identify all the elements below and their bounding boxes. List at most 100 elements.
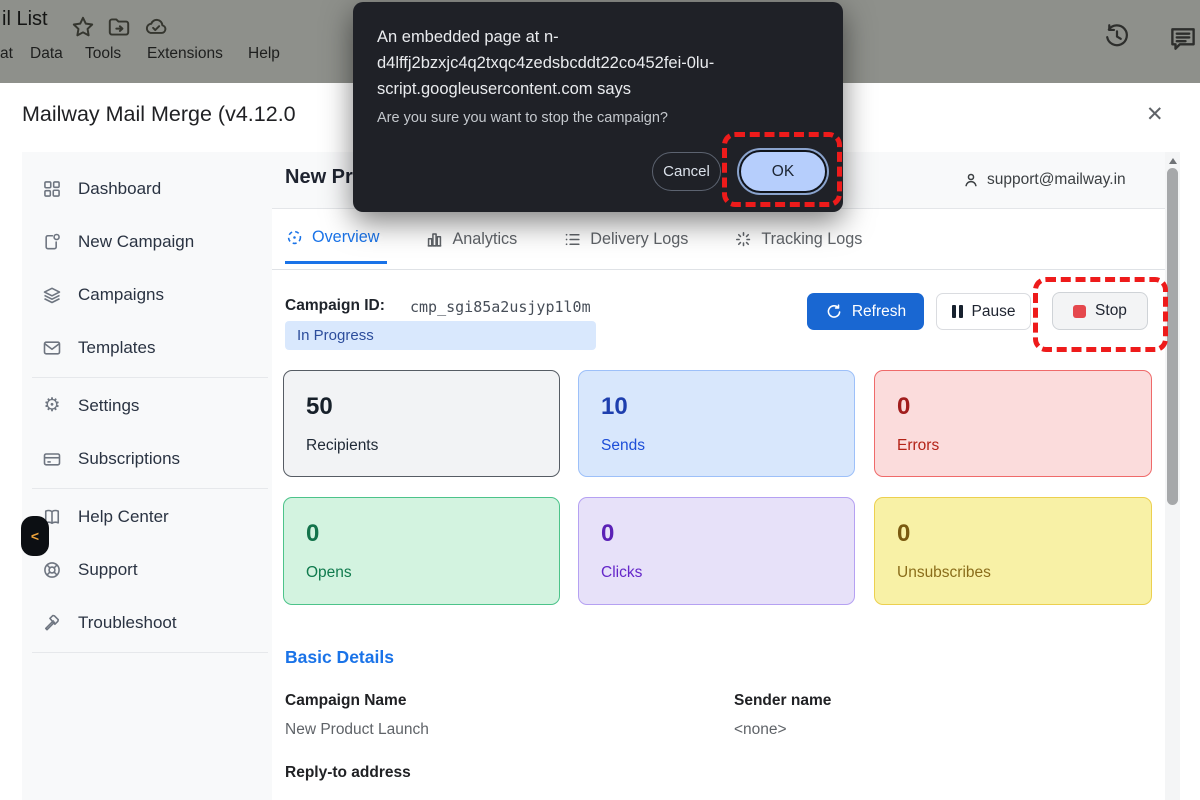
sidebar-item-label: Troubleshoot [78, 613, 177, 633]
move-folder-icon[interactable] [106, 14, 132, 40]
sidebar-item-label: Help Center [78, 507, 169, 527]
stat-label: Clicks [601, 564, 832, 582]
sidebar-divider [32, 377, 268, 378]
stat-label: Sends [601, 437, 832, 455]
dashboard-icon [42, 179, 62, 199]
campaign-id-value: cmp_sgi85a2usjyp1l0m [410, 298, 591, 316]
sidebar-item-label: Templates [78, 338, 155, 358]
stat-value: 0 [306, 518, 537, 550]
menu-help[interactable]: Help [248, 45, 280, 63]
pause-icon [952, 305, 963, 318]
sender-name-label: Sender name [734, 692, 831, 710]
sidebar-item-troubleshoot[interactable]: Troubleshoot [22, 596, 272, 649]
sidebar-item-label: Support [78, 560, 138, 580]
menu-tools[interactable]: Tools [85, 45, 121, 63]
tab-overview[interactable]: Overview [285, 228, 387, 264]
stat-card-opens: 0 Opens [283, 497, 560, 605]
stat-card-errors: 0 Errors [874, 370, 1152, 477]
cancel-button[interactable]: Cancel [652, 152, 721, 191]
stat-value: 0 [897, 518, 1129, 550]
tab-label: Delivery Logs [590, 230, 688, 249]
history-icon[interactable] [1103, 22, 1129, 48]
stat-label: Errors [897, 437, 1129, 455]
campaign-id-label: Campaign ID: [285, 297, 385, 315]
scan-circle-icon [285, 228, 304, 247]
menu-extensions[interactable]: Extensions [147, 45, 223, 63]
tab-bar: Overview Analytics Delivery Logs Trackin… [285, 228, 870, 264]
sidebar-item-label: Subscriptions [78, 449, 180, 469]
sidebar-item-label: Campaigns [78, 285, 164, 305]
scrollbar-up-arrow[interactable] [1169, 158, 1177, 164]
pause-button[interactable]: Pause [936, 293, 1031, 330]
person-icon [962, 171, 980, 189]
tab-tracking-logs[interactable]: Tracking Logs [734, 228, 870, 264]
account-email-text: support@mailway.in [987, 171, 1126, 189]
scrollbar-thumb[interactable] [1167, 168, 1178, 505]
tab-label: Analytics [452, 230, 517, 249]
stat-card-clicks: 0 Clicks [578, 497, 855, 605]
campaign-name-value: New Product Launch [285, 721, 429, 739]
sidebar-item-templates[interactable]: Templates [22, 321, 272, 374]
star-icon[interactable] [70, 14, 96, 40]
stop-button[interactable]: Stop [1052, 292, 1148, 330]
spreadsheet-title: il List [2, 8, 48, 31]
new-campaign-icon [42, 232, 62, 252]
basic-details-heading: Basic Details [285, 647, 394, 668]
sidebar-item-label: Dashboard [78, 179, 161, 199]
refresh-label: Refresh [852, 303, 906, 321]
stop-square-icon [1073, 305, 1086, 318]
cloud-check-icon [143, 14, 169, 40]
tab-label: Tracking Logs [761, 230, 862, 249]
dialog-message: Are you sure you want to stop the campai… [377, 110, 668, 126]
list-icon [563, 230, 582, 249]
sidebar-item-label: New Campaign [78, 232, 194, 252]
stat-value: 10 [601, 391, 832, 423]
stat-value: 50 [306, 391, 537, 423]
layers-icon [42, 285, 62, 305]
credit-card-icon [42, 449, 62, 469]
pause-label: Pause [972, 303, 1016, 321]
sidebar-item-new-campaign[interactable]: New Campaign [22, 215, 272, 268]
sidebar-item-campaigns[interactable]: Campaigns [22, 268, 272, 321]
stat-label: Opens [306, 564, 537, 582]
refresh-icon [825, 303, 843, 321]
menu-data[interactable]: Data [30, 45, 63, 63]
sidebar-item-dashboard[interactable]: Dashboard [22, 162, 272, 215]
sidebar-collapse-button[interactable]: < [21, 516, 49, 556]
hammer-icon [42, 613, 62, 633]
campaign-name-label: Campaign Name [285, 692, 406, 710]
lifebuoy-icon [42, 560, 62, 580]
tabs-divider [272, 269, 1165, 270]
refresh-button[interactable]: Refresh [807, 293, 924, 330]
stat-label: Unsubscribes [897, 564, 1129, 582]
tab-analytics[interactable]: Analytics [425, 228, 525, 264]
menu-format-partial[interactable]: at [0, 45, 13, 63]
gear-icon: ⚙ [42, 396, 62, 416]
stat-value: 0 [897, 391, 1129, 423]
account-email: support@mailway.in [962, 171, 1126, 189]
reply-to-label: Reply-to address [285, 764, 411, 782]
stat-value: 0 [601, 518, 832, 550]
ok-button[interactable]: OK [739, 150, 827, 193]
tab-delivery-logs[interactable]: Delivery Logs [563, 228, 696, 264]
stat-card-unsubscribes: 0 Unsubscribes [874, 497, 1152, 605]
addon-modal-title: Mailway Mail Merge (v4.12.0 [22, 102, 296, 127]
stat-label: Recipients [306, 437, 537, 455]
sidebar-item-label: Settings [78, 396, 139, 416]
sidebar-item-help-center[interactable]: Help Center [22, 490, 272, 543]
stat-card-sends: 10 Sends [578, 370, 855, 477]
tab-label: Overview [312, 228, 379, 247]
close-icon[interactable]: ✕ [1146, 104, 1164, 125]
sidebar-item-subscriptions[interactable]: Subscriptions [22, 432, 272, 485]
stat-card-recipients: 50 Recipients [283, 370, 560, 477]
comments-icon[interactable] [1168, 23, 1194, 49]
sender-name-value: <none> [734, 721, 787, 739]
sidebar-item-support[interactable]: Support [22, 543, 272, 596]
sidebar-item-settings[interactable]: ⚙ Settings [22, 379, 272, 432]
browser-confirm-dialog: An embedded page at n-d4lffj2bzxjc4q2txq… [353, 2, 843, 212]
sidebar-divider [32, 652, 268, 653]
spinner-icon [734, 230, 753, 249]
sidebar-divider [32, 488, 268, 489]
bar-chart-icon [425, 230, 444, 249]
mail-icon [42, 338, 62, 358]
